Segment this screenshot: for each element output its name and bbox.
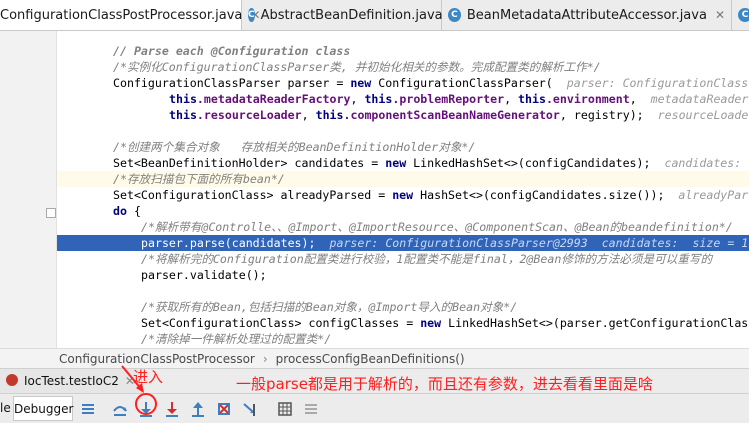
console-tab-partial[interactable]: le: [0, 394, 12, 423]
bug-icon: [6, 374, 18, 386]
code-line: Set<ConfigurationClass> configClasses = …: [141, 316, 749, 330]
code-line: /*实例化ConfigurationClassParser类, 并初始化相关的参…: [113, 60, 601, 74]
code-line: /*清除掉一件解析处理过的配置类*/: [141, 332, 332, 346]
class-icon: C: [738, 8, 749, 22]
tab-bean-metadata-attribute-accessor[interactable]: C BeanMetadataAttributeAccessor.java ✕: [442, 0, 732, 30]
editor-tab-bar: ConfigurationClassPostProcessor.java ✕ C…: [0, 0, 749, 31]
annotation-circle: [135, 393, 157, 415]
tab-abstract-bean-definition[interactable]: C AbstractBeanDefinition.java ✕: [242, 0, 461, 30]
code-line: this.metadataReaderFactory, this.problem…: [169, 92, 749, 106]
show-execution-point-icon[interactable]: [80, 401, 96, 417]
tab-label: ConfigurationClassPostProcessor.java: [0, 7, 243, 23]
code-line: /*创建两个集合对象 存放相关的BeanDefinitionHolder对象*/: [113, 140, 476, 154]
code-line-caret: /*存放扫描包下面的所有bean*/: [57, 171, 749, 187]
step-out-icon[interactable]: [190, 401, 206, 417]
class-icon: C: [248, 8, 255, 22]
drop-frame-icon[interactable]: [216, 401, 232, 417]
execution-line: parser.parse(candidates); parser: Config…: [57, 235, 749, 251]
fold-marker-icon[interactable]: [46, 208, 56, 218]
class-icon: C: [448, 8, 461, 22]
code-line: /*获取所有的Bean,包括扫描的Bean对象，@Import导入的Bean对象…: [141, 300, 518, 314]
close-icon[interactable]: ✕: [715, 8, 725, 22]
run-config-label: IocTest.testIoC2: [24, 374, 119, 388]
tab-label: AbstractBeanDefinition.java: [260, 7, 443, 23]
tab-configuration-class-post-processor[interactable]: ConfigurationClassPostProcessor.java ✕: [0, 0, 260, 30]
code-line: /*解析带有@Controlle、、@Import、@ImportResourc…: [141, 220, 733, 234]
debugger-toolbar: le Debugger: [0, 393, 749, 423]
code-line: Set<BeanDefinitionHolder> candidates = n…: [113, 156, 749, 170]
code-line: Set<ConfigurationClass> alreadyParsed = …: [113, 188, 749, 202]
code-line: // Parse each @Configuration class: [113, 44, 351, 58]
run-to-cursor-icon[interactable]: [242, 401, 258, 417]
annotation-enter: 进入: [133, 368, 164, 386]
breadcrumb-class[interactable]: ConfigurationClassPostProcessor: [59, 352, 255, 366]
tab-debugger[interactable]: Debugger: [13, 396, 73, 421]
code-line: this.resourceLoader, this.componentScanB…: [169, 108, 749, 122]
tab-label: BeanMetadataAttributeAccessor.java: [466, 7, 707, 23]
force-step-into-icon[interactable]: [164, 401, 180, 417]
evaluate-expression-icon[interactable]: [277, 401, 293, 417]
tab-co[interactable]: C Co: [732, 0, 749, 30]
breadcrumb-method[interactable]: processConfigBeanDefinitions(): [276, 352, 465, 366]
editor-gutter[interactable]: [0, 31, 57, 348]
breadcrumb: ConfigurationClassPostProcessor › proces…: [0, 348, 749, 368]
code-line: do {: [113, 204, 141, 218]
chevron-right-icon: ›: [262, 351, 268, 366]
code-line: ConfigurationClassParser parser = new Co…: [113, 76, 749, 90]
code-line: parser.validate();: [141, 268, 267, 282]
step-over-icon[interactable]: [112, 401, 128, 417]
code-line: /*将解析完的Configuration配置类进行校验，1配置类不能是final…: [141, 252, 713, 266]
code-editor[interactable]: // Parse each @Configuration class /*实例化…: [57, 31, 749, 348]
annotation-note: 一般parse都是用于解析的，而且还有参数，进去看看里面是啥: [236, 375, 653, 393]
trace-current-stream-icon[interactable]: [303, 401, 319, 417]
